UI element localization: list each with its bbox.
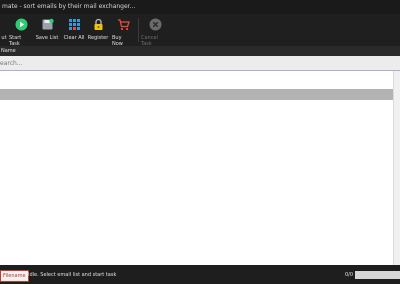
progress-bar	[355, 271, 400, 279]
cart-icon	[117, 18, 130, 31]
play-icon	[15, 18, 28, 31]
email-list[interactable]	[0, 71, 393, 265]
toolbar-separator	[138, 18, 139, 42]
exit-button-label: ut	[1, 35, 7, 41]
save-list-button[interactable]: Save List	[35, 16, 59, 44]
list-item[interactable]	[0, 89, 393, 100]
grid-icon	[68, 18, 81, 31]
register-button[interactable]: Register	[87, 16, 109, 44]
clear-all-label: Clear All	[63, 35, 85, 41]
column-header-name[interactable]: Name	[0, 46, 400, 56]
window-title: mate - sort emails by their mail exchang…	[0, 0, 400, 14]
start-task-button[interactable]: Start Task	[9, 16, 33, 47]
search-input[interactable]	[0, 56, 400, 71]
status-message: Idle. Select email list and start task	[28, 272, 117, 278]
cancel-icon	[149, 18, 162, 31]
cancel-task-button[interactable]: Cancel Task	[141, 16, 169, 47]
clear-all-button[interactable]: Clear All	[62, 16, 86, 44]
status-bar: Filename Idle. Select email list and sta…	[0, 267, 400, 284]
lock-icon	[92, 18, 105, 31]
filename-field[interactable]: Filename	[0, 270, 29, 282]
vertical-scrollbar[interactable]	[393, 71, 400, 265]
buy-now-button[interactable]: Buy Now	[112, 16, 134, 47]
toolbar: ut Start Task Save List Clear All Regist…	[0, 14, 400, 47]
save-list-label: Save List	[35, 35, 59, 41]
register-label: Register	[87, 35, 109, 41]
progress-count: 0/0	[345, 272, 354, 278]
save-list-icon	[41, 18, 54, 31]
